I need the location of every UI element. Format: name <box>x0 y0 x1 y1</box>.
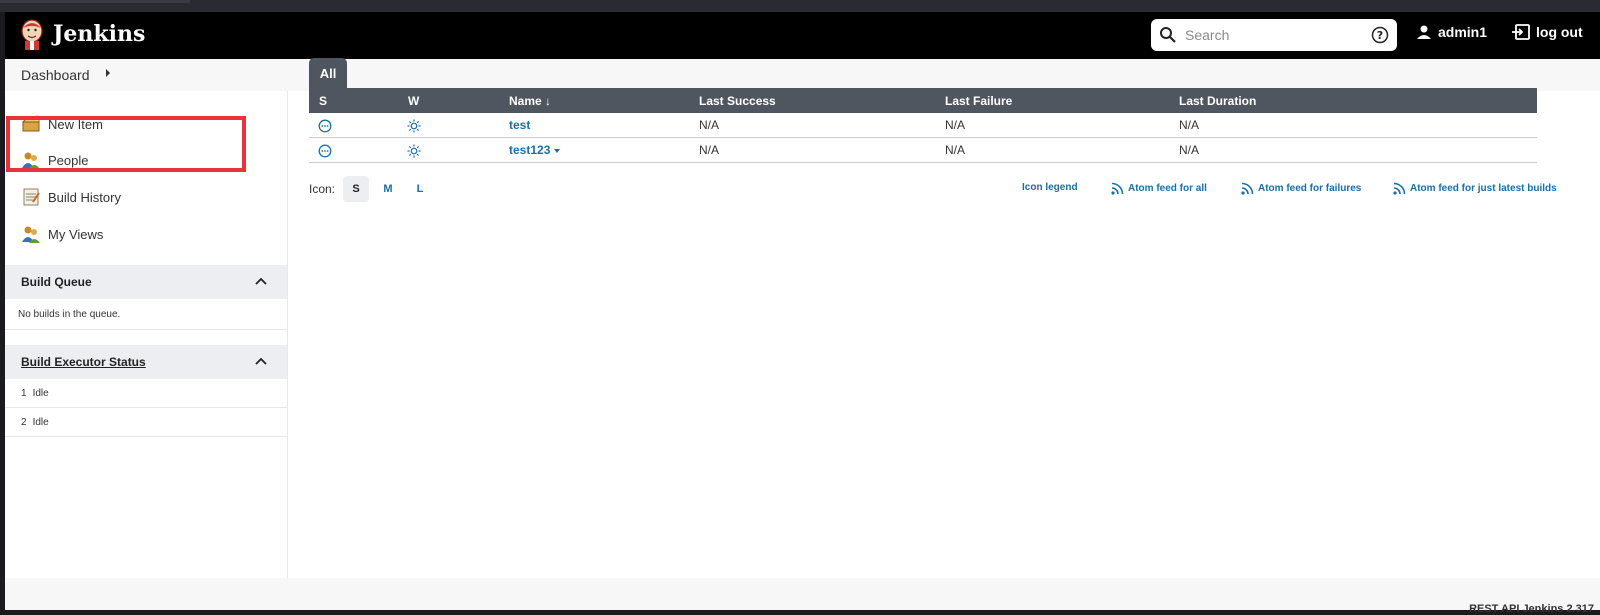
window-tab-ghost <box>0 0 190 3</box>
sidebar-item-my-views[interactable]: My Views <box>21 224 103 244</box>
atom-feed-failures-link[interactable]: Atom feed for failures <box>1241 182 1361 195</box>
logout-label: log out <box>1536 24 1583 40</box>
footer-text[interactable]: REST API Jenkins 2.317 <box>1469 603 1594 615</box>
icon-size-medium[interactable]: M <box>375 176 401 202</box>
rss-icon <box>1111 182 1124 195</box>
search-box: ? <box>1151 19 1397 51</box>
atom-feed-failures-label: Atom feed for failures <box>1258 183 1362 194</box>
atom-feed-all-link[interactable]: Atom feed for all <box>1111 182 1207 195</box>
top-header: Jenkins ? admin1 log out <box>5 12 1600 59</box>
status-not-built-icon <box>318 144 332 161</box>
build-queue-header[interactable]: Build Queue <box>5 265 287 299</box>
job-link-with-menu[interactable]: test123 <box>509 143 561 157</box>
icon-size-large[interactable]: L <box>407 176 433 202</box>
executors-header: Build Executor Status <box>5 345 287 379</box>
chevron-down-icon[interactable] <box>554 148 561 153</box>
last-success: N/A <box>699 143 720 157</box>
icon-size-label: Icon: <box>309 182 336 196</box>
icon-legend-label: Icon legend <box>1022 182 1078 193</box>
jenkins-logo[interactable]: Jenkins <box>19 18 145 50</box>
chevron-up-icon[interactable] <box>255 357 267 365</box>
app-title: Jenkins <box>53 21 146 47</box>
window-top-strip <box>0 0 1600 12</box>
last-duration: N/A <box>1179 118 1200 132</box>
sort-arrow-icon: ↓ <box>545 94 552 108</box>
breadcrumb: Dashboard <box>5 59 1600 91</box>
icon-size-selector: Icon: S M L <box>309 176 433 202</box>
last-failure: N/A <box>945 143 966 157</box>
table-row: test123 N/A N/A N/A <box>309 138 1537 163</box>
column-name[interactable]: Name ↓ <box>509 94 551 108</box>
column-status[interactable]: S <box>319 94 327 108</box>
build-queue-empty: No builds in the queue. <box>18 308 121 320</box>
weather-sunny-icon <box>407 144 421 161</box>
rss-icon <box>1393 182 1406 195</box>
icon-legend-link[interactable]: Icon legend <box>1022 182 1078 193</box>
atom-feed-latest-link[interactable]: Atom feed for just latest builds <box>1393 182 1557 195</box>
status-not-built-icon <box>318 119 332 136</box>
highlight-box <box>6 116 246 172</box>
column-weather[interactable]: W <box>408 94 419 108</box>
atom-feed-latest-label: Atom feed for just latest builds <box>1410 183 1557 194</box>
weather-sunny-icon <box>407 119 421 136</box>
jobs-table: S W Name ↓ Last Success Last Failure Las… <box>309 88 1537 163</box>
column-last-success[interactable]: Last Success <box>699 94 776 108</box>
build-queue-title: Build Queue <box>21 275 92 289</box>
executor-status: Idle <box>32 416 49 428</box>
executors-title[interactable]: Build Executor Status <box>21 355 146 369</box>
executor-row: 1 Idle <box>5 379 287 408</box>
user-link[interactable]: admin1 <box>1416 24 1487 40</box>
user-icon <box>1417 25 1431 39</box>
column-name-label: Name <box>509 94 542 108</box>
breadcrumb-dashboard[interactable]: Dashboard <box>21 67 90 83</box>
search-input[interactable] <box>1183 21 1367 49</box>
executor-status: Idle <box>32 387 49 399</box>
chevron-up-icon[interactable] <box>255 277 267 285</box>
sidebar-item-label: Build History <box>48 189 121 205</box>
job-link[interactable]: test123 <box>509 143 550 157</box>
people-icon <box>22 226 40 243</box>
rss-icon <box>1241 182 1254 195</box>
atom-feed-all-label: Atom feed for all <box>1128 183 1207 194</box>
column-last-duration[interactable]: Last Duration <box>1179 94 1256 108</box>
breadcrumb-chevron-icon[interactable] <box>106 69 110 77</box>
svg-text:?: ? <box>1377 29 1383 42</box>
last-failure: N/A <box>945 118 966 132</box>
last-success: N/A <box>699 118 720 132</box>
executor-row: 2 Idle <box>5 408 287 437</box>
executor-number: 2 <box>21 416 27 428</box>
sidebar: New Item People Build History My Views B… <box>5 91 288 578</box>
logout-icon <box>1512 24 1530 40</box>
table-row: test N/A N/A N/A <box>309 113 1537 138</box>
logout-link[interactable]: log out <box>1512 24 1583 40</box>
build-queue-row: No builds in the queue. <box>5 299 287 330</box>
notepad-icon <box>23 188 40 206</box>
help-icon[interactable]: ? <box>1371 26 1389 44</box>
sidebar-item-build-history[interactable]: Build History <box>21 187 121 207</box>
icon-size-small[interactable]: S <box>343 176 370 202</box>
jenkins-butler-icon <box>21 19 43 50</box>
sidebar-item-label: My Views <box>48 226 104 242</box>
table-header: S W Name ↓ Last Success Last Failure Las… <box>309 88 1537 113</box>
executor-number: 1 <box>21 387 27 399</box>
column-last-failure[interactable]: Last Failure <box>945 94 1012 108</box>
username: admin1 <box>1438 24 1488 40</box>
search-icon <box>1160 27 1176 43</box>
footer: REST API Jenkins 2.317 <box>5 578 1600 615</box>
last-duration: N/A <box>1179 143 1200 157</box>
tab-all[interactable]: All <box>309 58 347 88</box>
job-link[interactable]: test <box>509 118 530 132</box>
